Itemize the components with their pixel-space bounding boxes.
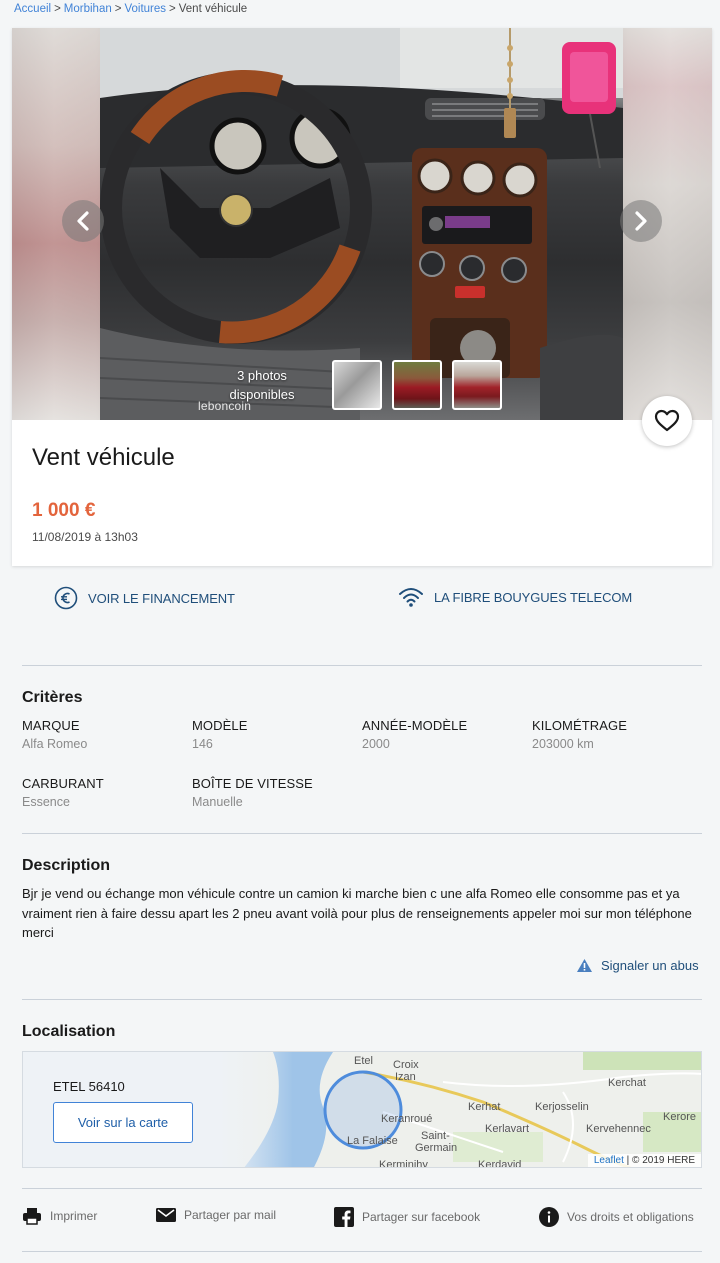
rights-label: Vos droits et obligations — [567, 1210, 694, 1224]
location-title: Localisation — [22, 1023, 116, 1040]
map-copyright: | © 2019 HERE — [623, 1155, 695, 1166]
photo-thumbnail-2[interactable] — [392, 360, 442, 410]
share-mail-label: Partager par mail — [184, 1208, 277, 1222]
map-label-la-falaise: La Falaise — [347, 1135, 398, 1147]
thumbnail-strip — [332, 360, 502, 410]
previous-photo-button[interactable] — [62, 200, 104, 242]
breadcrumb-separator: > — [54, 3, 61, 15]
ad-card: leboncoin 3 photos disponibles Vent véhi… — [12, 28, 712, 566]
criterion-value: 146 — [192, 737, 213, 751]
divider — [22, 1188, 702, 1189]
map-label-kervehennec: Kervehennec — [586, 1123, 651, 1135]
photo-count-line1: 3 photos — [237, 368, 287, 383]
criteria-title: Critères — [22, 689, 83, 706]
map-attribution: Leaflet | © 2019 HERE — [587, 1154, 701, 1167]
breadcrumb-link-accueil[interactable]: Accueil — [14, 3, 51, 15]
fiber-label: LA FIBRE BOUYGUES TELECOM — [434, 589, 633, 605]
next-photo-button[interactable] — [620, 200, 662, 242]
map-label-keranroue: Keranroué — [381, 1113, 432, 1125]
euro-circle-icon — [54, 586, 78, 610]
criterion-brand: MARQUE Alfa Romeo — [22, 718, 187, 751]
criterion-value: 203000 km — [532, 737, 594, 751]
warning-icon — [577, 959, 592, 972]
ad-title: Vent véhicule — [32, 444, 175, 471]
criterion-mileage: KILOMÉTRAGE 203000 km — [532, 718, 697, 751]
breadcrumb: Accueil > Morbihan > Voitures > Vent véhicule — [14, 3, 247, 15]
location-map[interactable]: Etel Croix Izan Kerchat Kerhat Kerjossel… — [22, 1051, 702, 1168]
criterion-year: ANNÉE-MODÈLE 2000 — [362, 718, 527, 751]
criterion-model: MODÈLE 146 — [192, 718, 357, 751]
share-facebook-button[interactable]: Partager sur facebook — [334, 1207, 480, 1227]
breadcrumb-link-voitures[interactable]: Voitures — [124, 3, 166, 15]
ad-price: 1 000 € — [32, 500, 96, 521]
criterion-key: KILOMÉTRAGE — [532, 718, 628, 733]
chevron-left-icon — [77, 211, 89, 231]
map-label-germain: Germain — [415, 1142, 457, 1154]
criterion-key: MARQUE — [22, 718, 80, 733]
leaflet-link[interactable]: Leaflet — [594, 1155, 624, 1166]
map-label-kerhat: Kerhat — [468, 1101, 500, 1113]
map-label-etel: Etel — [354, 1055, 373, 1067]
divider — [22, 833, 702, 834]
description-title: Description — [22, 857, 111, 874]
report-abuse-link[interactable]: Signaler un abus — [576, 958, 699, 973]
share-facebook-label: Partager sur facebook — [362, 1210, 481, 1224]
map-label-saint: Saint- — [421, 1130, 450, 1142]
share-mail-button[interactable]: Partager par mail — [156, 1207, 276, 1223]
ad-actions: Imprimer Partager par mail Partager sur … — [22, 1207, 702, 1231]
ad-date: 11/08/2019 à 13h03 — [32, 530, 138, 544]
map-label-kerdavid: Kerdavid — [478, 1159, 521, 1168]
photo-thumbnail-1[interactable] — [332, 360, 382, 410]
financing-label: VOIR LE FINANCEMENT — [88, 590, 235, 606]
heart-icon — [654, 409, 680, 432]
photo-gallery: leboncoin 3 photos disponibles — [12, 28, 712, 420]
printer-icon — [23, 1208, 41, 1225]
services-bar: VOIR LE FINANCEMENT LA FIBRE BOUYGUES TE… — [22, 586, 702, 618]
criterion-value: 2000 — [362, 737, 390, 751]
wifi-icon — [399, 588, 423, 607]
print-label: Imprimer — [50, 1209, 98, 1223]
mail-icon — [156, 1208, 176, 1222]
divider — [22, 1251, 702, 1252]
view-on-map-button[interactable]: Voir sur la carte — [53, 1102, 193, 1143]
favorite-button[interactable] — [642, 396, 692, 446]
breadcrumb-current: Vent véhicule — [178, 3, 248, 15]
map-label-izan: Izan — [395, 1071, 416, 1083]
map-label-kerlavart: Kerlavart — [485, 1123, 529, 1135]
breadcrumb-link-morbihan[interactable]: Morbihan — [64, 3, 112, 15]
info-icon — [539, 1207, 559, 1227]
criterion-key: CARBURANT — [22, 776, 104, 791]
photo-count-label: 3 photos disponibles — [212, 366, 312, 404]
location-city: ETEL 56410 — [53, 1079, 125, 1094]
photo-thumbnail-3[interactable] — [452, 360, 502, 410]
divider — [22, 665, 702, 666]
divider — [22, 999, 702, 1000]
criterion-value: Essence — [22, 795, 70, 809]
print-button[interactable]: Imprimer — [22, 1207, 97, 1225]
criterion-key: ANNÉE-MODÈLE — [362, 718, 468, 733]
map-label-croix: Croix — [393, 1059, 419, 1071]
photo-count-line2: disponibles — [229, 387, 295, 402]
map-label-kerjosselin: Kerjosselin — [535, 1101, 589, 1113]
map-label-kerore: Kerore — [663, 1111, 696, 1123]
criterion-key: MODÈLE — [192, 718, 248, 733]
fiber-link[interactable]: LA FIBRE BOUYGUES TELECOM — [398, 586, 632, 608]
criterion-gearbox: BOÎTE DE VITESSE Manuelle — [192, 776, 357, 809]
breadcrumb-separator: > — [169, 3, 176, 15]
map-label-kerminihy: Kerminihy — [379, 1159, 428, 1168]
report-abuse-label: Signaler un abus — [601, 958, 699, 973]
criterion-value: Manuelle — [192, 795, 243, 809]
facebook-icon — [334, 1207, 354, 1227]
criterion-value: Alfa Romeo — [22, 737, 88, 751]
description-text: Bjr je vend ou échange mon véhicule cont… — [22, 886, 692, 940]
rights-link[interactable]: Vos droits et obligations — [539, 1207, 694, 1227]
criterion-fuel: CARBURANT Essence — [22, 776, 187, 809]
breadcrumb-separator: > — [114, 3, 122, 15]
criterion-key: BOÎTE DE VITESSE — [192, 776, 313, 791]
map-label-kerchat: Kerchat — [608, 1077, 646, 1089]
chevron-right-icon — [635, 211, 647, 231]
financing-link[interactable]: VOIR LE FINANCEMENT — [54, 586, 235, 610]
